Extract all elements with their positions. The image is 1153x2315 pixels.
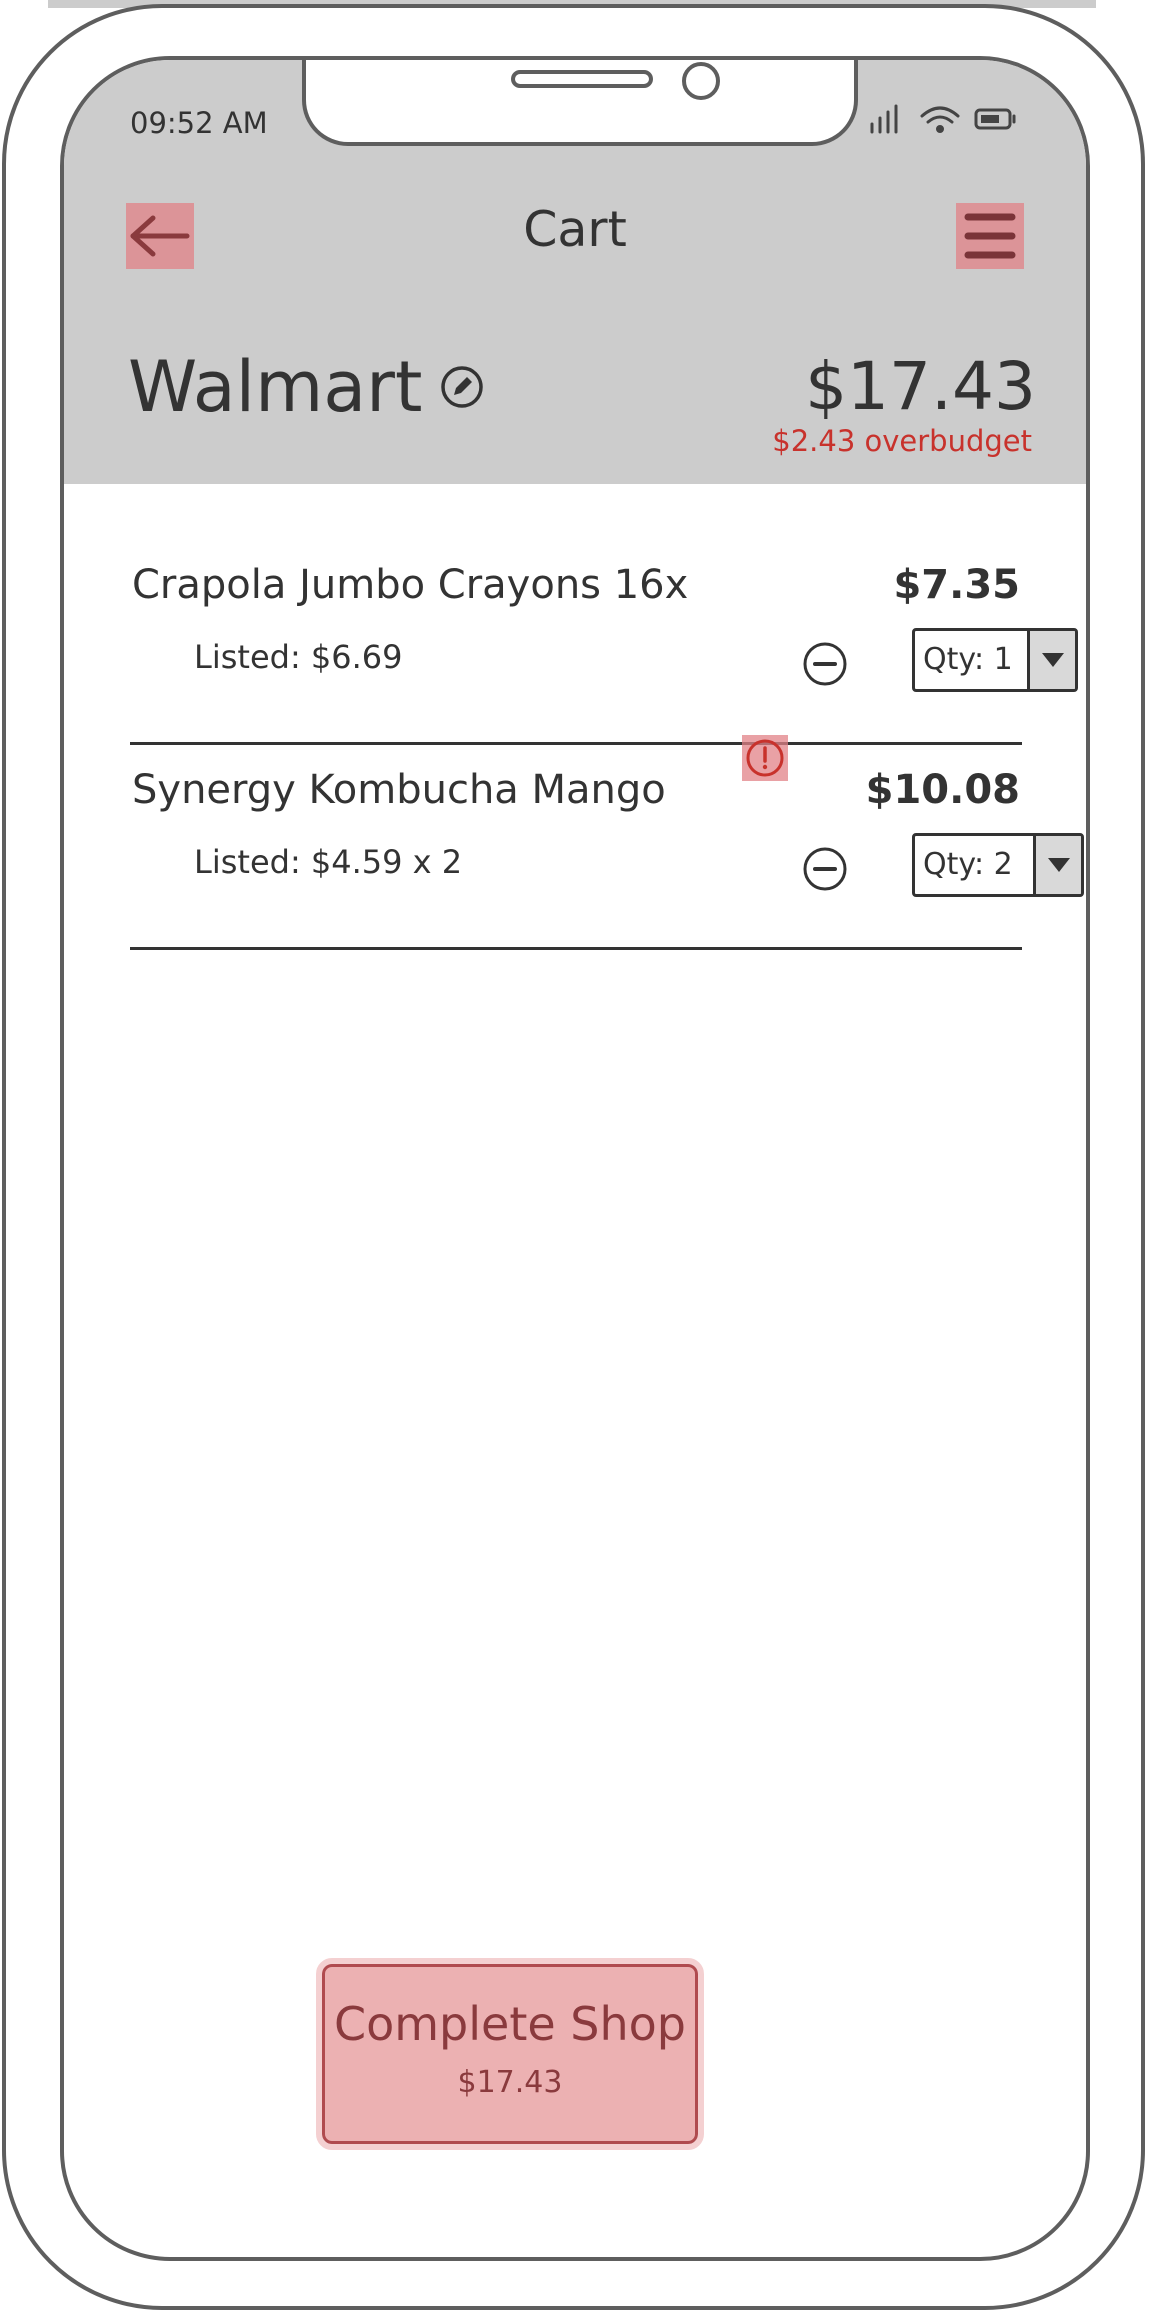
warning-icon — [746, 739, 784, 777]
back-button[interactable] — [126, 203, 194, 269]
cart-total: $17.43 — [805, 348, 1036, 425]
phone-notch — [302, 60, 858, 146]
menu-button[interactable] — [956, 203, 1024, 269]
budget-status: $2.43 overbudget — [772, 424, 1032, 458]
quantity-dropdown[interactable]: Qty: 1 — [912, 628, 1078, 692]
warning-button[interactable] — [742, 735, 788, 781]
quantity-label: Qty: 1 — [923, 642, 1013, 677]
quantity-label: Qty: 2 — [923, 847, 1013, 882]
phone-screen: 09:52 AM Cart Walmart $17.43 $2.43 overb… — [60, 56, 1090, 2261]
item-name: Crapola Jumbo Crayons 16x — [132, 562, 689, 608]
item-price: $10.08 — [865, 767, 1020, 813]
caret-down-icon — [1041, 653, 1064, 667]
status-time: 09:52 AM — [130, 106, 268, 140]
page-title: Cart — [523, 201, 627, 258]
complete-shop-label: Complete Shop — [333, 1997, 686, 2051]
speaker-grille — [511, 70, 653, 88]
cart-item: Crapola Jumbo Crayons 16x $7.35 Listed: … — [130, 540, 1078, 745]
dropdown-arrow[interactable] — [1033, 836, 1081, 894]
remove-one-button[interactable] — [802, 641, 848, 687]
quantity-dropdown[interactable]: Qty: 2 — [912, 833, 1084, 897]
item-listed-price: Listed: $4.59 x 2 — [194, 843, 463, 881]
edit-pencil-icon[interactable] — [440, 365, 484, 409]
caret-down-icon — [1047, 858, 1070, 872]
remove-one-button[interactable] — [802, 846, 848, 892]
complete-shop-amount: $17.43 — [457, 2065, 563, 2100]
cart-item: Synergy Kombucha Mango $10.08 Listed: $4… — [130, 735, 1084, 950]
store-name-label: Walmart — [128, 346, 423, 428]
hamburger-menu-icon — [964, 213, 1016, 259]
status-icons — [864, 98, 1054, 142]
front-camera — [682, 62, 720, 100]
dropdown-arrow[interactable] — [1027, 631, 1075, 689]
item-name: Synergy Kombucha Mango — [132, 767, 666, 813]
item-listed-price: Listed: $6.69 — [194, 638, 403, 676]
store-name: Walmart — [128, 346, 484, 428]
signal-wifi-battery-icon — [870, 104, 1016, 134]
item-price: $7.35 — [893, 562, 1020, 608]
complete-shop-button[interactable]: Complete Shop $17.43 — [316, 1958, 704, 2150]
arrow-left-icon — [130, 215, 190, 257]
